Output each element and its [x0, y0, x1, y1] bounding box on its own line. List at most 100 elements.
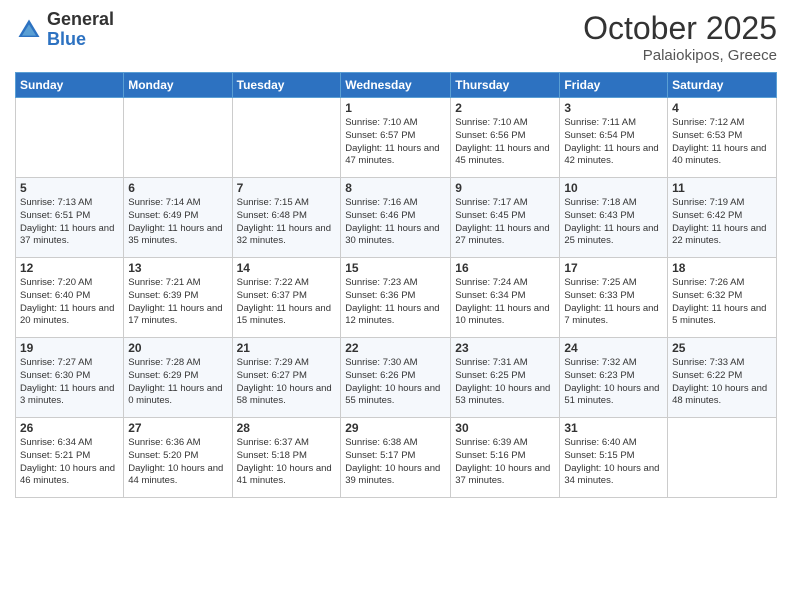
day-number: 23 — [455, 341, 555, 355]
day-number: 29 — [345, 421, 446, 435]
day-info: Sunrise: 6:37 AMSunset: 5:18 PMDaylight:… — [237, 437, 332, 486]
day-number: 27 — [128, 421, 227, 435]
page: General Blue October 2025 Palaiokipos, G… — [0, 0, 792, 612]
day-number: 5 — [20, 181, 119, 195]
day-number: 17 — [564, 261, 663, 275]
day-number: 30 — [455, 421, 555, 435]
day-info: Sunrise: 6:39 AMSunset: 5:16 PMDaylight:… — [455, 437, 550, 486]
month-title: October 2025 — [583, 10, 777, 47]
calendar-week-row: 1 Sunrise: 7:10 AMSunset: 6:57 PMDaylight… — [16, 98, 777, 178]
table-row: 18 Sunrise: 7:26 AMSunset: 6:32 PMDayligh… — [668, 258, 777, 338]
day-info: Sunrise: 7:21 AMSunset: 6:39 PMDaylight:… — [128, 277, 222, 326]
calendar-week-row: 5 Sunrise: 7:13 AMSunset: 6:51 PMDaylight… — [16, 178, 777, 258]
table-row: 25Sunrise: 7:33 AMSunset: 6:22 PMDayligh… — [668, 338, 777, 418]
col-sunday: Sunday — [16, 73, 124, 98]
day-info: Sunrise: 7:15 AMSunset: 6:48 PMDaylight:… — [237, 197, 331, 246]
day-info: Sunrise: 7:30 AMSunset: 6:26 PMDaylight:… — [345, 357, 440, 406]
day-info: Sunrise: 7:10 AMSunset: 6:57 PMDaylight:… — [345, 117, 439, 166]
day-info: Sunrise: 7:17 AMSunset: 6:45 PMDaylight:… — [455, 197, 549, 246]
day-info: Sunrise: 7:12 AMSunset: 6:53 PMDaylight:… — [672, 117, 766, 166]
table-row: 5 Sunrise: 7:13 AMSunset: 6:51 PMDaylight… — [16, 178, 124, 258]
day-number: 4 — [672, 101, 772, 115]
day-number: 11 — [672, 181, 772, 195]
table-row: 19 Sunrise: 7:27 AMSunset: 6:30 PMDayligh… — [16, 338, 124, 418]
title-block: October 2025 Palaiokipos, Greece — [583, 10, 777, 64]
table-row: 9 Sunrise: 7:17 AMSunset: 6:45 PMDaylight… — [451, 178, 560, 258]
table-row: 8 Sunrise: 7:16 AMSunset: 6:46 PMDaylight… — [341, 178, 451, 258]
table-row: 31 Sunrise: 6:40 AMSunset: 5:15 PMDayligh… — [560, 418, 668, 498]
day-number: 7 — [237, 181, 337, 195]
table-row — [16, 98, 124, 178]
day-info: Sunrise: 7:18 AMSunset: 6:43 PMDaylight:… — [564, 197, 658, 246]
calendar-week-row: 19 Sunrise: 7:27 AMSunset: 6:30 PMDayligh… — [16, 338, 777, 418]
table-row: 1 Sunrise: 7:10 AMSunset: 6:57 PMDaylight… — [341, 98, 451, 178]
day-info: Sunrise: 7:23 AMSunset: 6:36 PMDaylight:… — [345, 277, 439, 326]
table-row: 11 Sunrise: 7:19 AMSunset: 6:42 PMDayligh… — [668, 178, 777, 258]
day-number: 31 — [564, 421, 663, 435]
day-info: Sunrise: 7:31 AMSunset: 6:25 PMDaylight:… — [455, 357, 550, 406]
day-info: Sunrise: 7:32 AMSunset: 6:23 PMDaylight:… — [564, 357, 659, 406]
day-number: 21 — [237, 341, 337, 355]
day-info: Sunrise: 7:14 AMSunset: 6:49 PMDaylight:… — [128, 197, 222, 246]
table-row: 13 Sunrise: 7:21 AMSunset: 6:39 PMDayligh… — [124, 258, 232, 338]
col-thursday: Thursday — [451, 73, 560, 98]
table-row: 30 Sunrise: 6:39 AMSunset: 5:16 PMDayligh… — [451, 418, 560, 498]
day-number: 16 — [455, 261, 555, 275]
day-number: 14 — [237, 261, 337, 275]
day-info: Sunrise: 6:38 AMSunset: 5:17 PMDaylight:… — [345, 437, 440, 486]
table-row: 28 Sunrise: 6:37 AMSunset: 5:18 PMDayligh… — [232, 418, 341, 498]
calendar: Sunday Monday Tuesday Wednesday Thursday… — [15, 72, 777, 498]
table-row — [124, 98, 232, 178]
day-info: Sunrise: 7:27 AMSunset: 6:30 PMDaylight:… — [20, 357, 114, 406]
table-row: 29 Sunrise: 6:38 AMSunset: 5:17 PMDayligh… — [341, 418, 451, 498]
logo-text: General Blue — [47, 10, 114, 50]
day-number: 28 — [237, 421, 337, 435]
day-info: Sunrise: 7:16 AMSunset: 6:46 PMDaylight:… — [345, 197, 439, 246]
day-number: 1 — [345, 101, 446, 115]
day-number: 9 — [455, 181, 555, 195]
day-number: 19 — [20, 341, 119, 355]
logo-icon — [15, 16, 43, 44]
col-saturday: Saturday — [668, 73, 777, 98]
table-row: 17 Sunrise: 7:25 AMSunset: 6:33 PMDayligh… — [560, 258, 668, 338]
day-number: 6 — [128, 181, 227, 195]
day-number: 18 — [672, 261, 772, 275]
day-info: Sunrise: 7:26 AMSunset: 6:32 PMDaylight:… — [672, 277, 766, 326]
day-info: Sunrise: 6:40 AMSunset: 5:15 PMDaylight:… — [564, 437, 659, 486]
day-info: Sunrise: 7:25 AMSunset: 6:33 PMDaylight:… — [564, 277, 658, 326]
day-number: 26 — [20, 421, 119, 435]
day-info: Sunrise: 7:19 AMSunset: 6:42 PMDaylight:… — [672, 197, 766, 246]
day-number: 8 — [345, 181, 446, 195]
day-number: 20 — [128, 341, 227, 355]
day-number: 10 — [564, 181, 663, 195]
table-row: 23 Sunrise: 7:31 AMSunset: 6:25 PMDayligh… — [451, 338, 560, 418]
col-tuesday: Tuesday — [232, 73, 341, 98]
table-row: 21 Sunrise: 7:29 AMSunset: 6:27 PMDayligh… — [232, 338, 341, 418]
table-row: 22Sunrise: 7:30 AMSunset: 6:26 PMDayligh… — [341, 338, 451, 418]
table-row: 7 Sunrise: 7:15 AMSunset: 6:48 PMDaylight… — [232, 178, 341, 258]
table-row: 15Sunrise: 7:23 AMSunset: 6:36 PMDayligh… — [341, 258, 451, 338]
day-number: 13 — [128, 261, 227, 275]
calendar-header-row: Sunday Monday Tuesday Wednesday Thursday… — [16, 73, 777, 98]
day-info: Sunrise: 7:13 AMSunset: 6:51 PMDaylight:… — [20, 197, 114, 246]
table-row: 14 Sunrise: 7:22 AMSunset: 6:37 PMDayligh… — [232, 258, 341, 338]
table-row: 16Sunrise: 7:24 AMSunset: 6:34 PMDayligh… — [451, 258, 560, 338]
col-wednesday: Wednesday — [341, 73, 451, 98]
day-info: Sunrise: 7:28 AMSunset: 6:29 PMDaylight:… — [128, 357, 222, 406]
table-row: 24Sunrise: 7:32 AMSunset: 6:23 PMDayligh… — [560, 338, 668, 418]
day-info: Sunrise: 7:10 AMSunset: 6:56 PMDaylight:… — [455, 117, 549, 166]
day-info: Sunrise: 7:22 AMSunset: 6:37 PMDaylight:… — [237, 277, 331, 326]
day-info: Sunrise: 7:11 AMSunset: 6:54 PMDaylight:… — [564, 117, 658, 166]
table-row — [668, 418, 777, 498]
table-row: 27 Sunrise: 6:36 AMSunset: 5:20 PMDayligh… — [124, 418, 232, 498]
day-info: Sunrise: 6:36 AMSunset: 5:20 PMDaylight:… — [128, 437, 223, 486]
table-row: 3Sunrise: 7:11 AMSunset: 6:54 PMDaylight… — [560, 98, 668, 178]
location: Palaiokipos, Greece — [583, 47, 777, 64]
table-row: 4 Sunrise: 7:12 AMSunset: 6:53 PMDaylight… — [668, 98, 777, 178]
table-row — [232, 98, 341, 178]
day-info: Sunrise: 7:29 AMSunset: 6:27 PMDaylight:… — [237, 357, 332, 406]
day-number: 25 — [672, 341, 772, 355]
table-row: 10 Sunrise: 7:18 AMSunset: 6:43 PMDayligh… — [560, 178, 668, 258]
col-friday: Friday — [560, 73, 668, 98]
day-number: 2 — [455, 101, 555, 115]
